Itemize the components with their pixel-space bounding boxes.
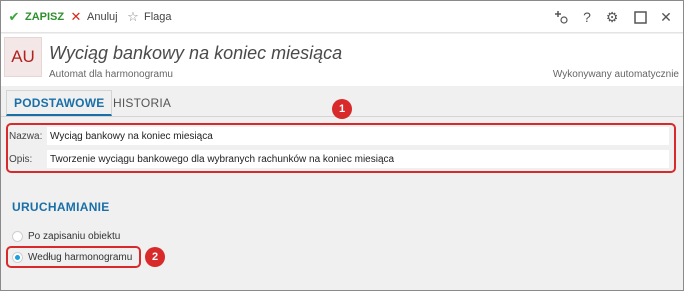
description-label: Opis: xyxy=(9,153,33,165)
tab-history[interactable]: HISTORIA xyxy=(113,90,171,116)
page-title: Wyciąg bankowy na koniec miesiąca xyxy=(49,43,343,63)
execution-mode-label: Wykonywany automatycznie xyxy=(552,69,679,80)
maximize-icon xyxy=(633,10,647,24)
radio-by-schedule[interactable]: Według harmonogramu xyxy=(12,249,132,265)
cancel-button[interactable]: ✕ Anuluj xyxy=(69,8,118,26)
description-input[interactable]: Tworzenie wyciągu bankowego dla wybranyc… xyxy=(47,150,669,168)
add-related-button[interactable] xyxy=(552,7,570,27)
callout-badge-2: 2 xyxy=(145,247,165,267)
name-label: Nazwa: xyxy=(9,130,43,142)
radio-label: Według harmonogramu xyxy=(28,251,133,263)
gear-icon: ⚙ xyxy=(605,8,619,25)
object-type-badge: AU xyxy=(4,37,42,77)
callout-badge-1: 1 xyxy=(332,99,352,119)
radio-button-selected[interactable] xyxy=(12,251,23,263)
name-input[interactable]: Wyciąg bankowy na koniec miesiąca xyxy=(47,127,669,145)
save-label: ZAPISZ xyxy=(25,11,65,23)
settings-button[interactable]: ⚙ xyxy=(603,7,621,27)
radio-after-save[interactable]: Po zapisaniu obiektu xyxy=(12,228,120,244)
automation-window: ✔ ZAPISZ ✕ Anuluj ☆ Flaga ? ⚙ ✕ AU Wycią… xyxy=(0,0,684,291)
record-header: AU Wyciąg bankowy na koniec miesiąca Aut… xyxy=(1,34,683,86)
help-icon: ? xyxy=(583,9,591,25)
save-button[interactable]: ✔ ZAPISZ xyxy=(7,8,65,26)
close-icon: ✕ xyxy=(660,8,672,25)
help-button[interactable]: ? xyxy=(578,7,596,27)
cancel-label: Anuluj xyxy=(87,11,118,23)
flag-label: Flaga xyxy=(144,11,172,23)
maximize-button[interactable] xyxy=(631,7,649,27)
name-field-row: Nazwa: Wyciąg bankowy na koniec miesiąca xyxy=(9,127,669,145)
radio-label: Po zapisaniu obiektu xyxy=(28,230,121,242)
add-link-icon xyxy=(555,11,568,24)
page-subtitle: Automat dla harmonogramu xyxy=(49,69,173,80)
flag-button[interactable]: ☆ Flaga xyxy=(126,8,172,26)
close-window-button[interactable]: ✕ xyxy=(657,7,675,27)
tab-basic[interactable]: PODSTAWOWE xyxy=(6,90,113,116)
launch-section-title: URUCHAMIANIE xyxy=(12,200,110,214)
checkmark-icon: ✔ xyxy=(8,9,20,24)
description-field-row: Opis: Tworzenie wyciągu bankowego dla wy… xyxy=(9,150,669,168)
radio-button[interactable] xyxy=(12,230,23,242)
close-x-icon: ✕ xyxy=(70,9,82,24)
toolbar: ✔ ZAPISZ ✕ Anuluj ☆ Flaga ? ⚙ ✕ xyxy=(1,1,683,33)
star-icon: ☆ xyxy=(127,9,139,24)
